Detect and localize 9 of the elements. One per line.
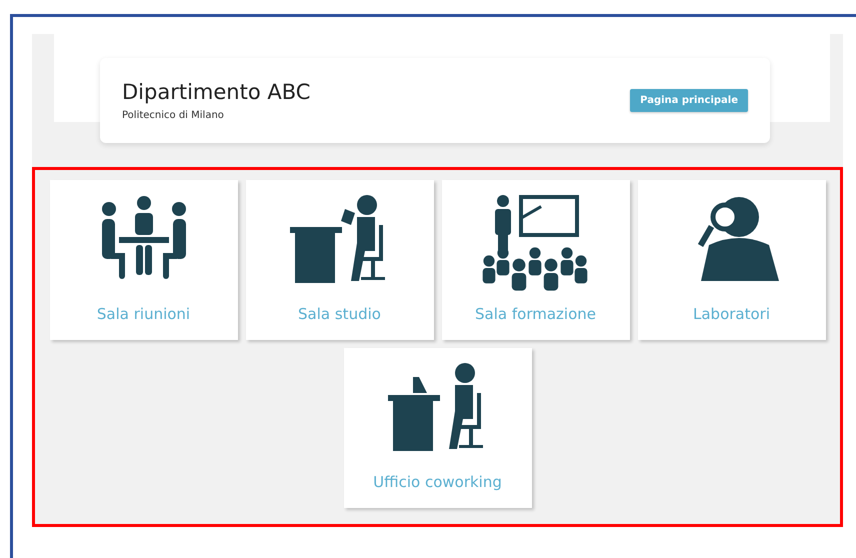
page-title: Dipartimento ABC [122, 80, 310, 104]
presenter-audience-icon [480, 195, 590, 291]
room-tile[interactable]: Sala riunioni [50, 180, 238, 340]
room-tile[interactable]: Ufficio coworking [344, 348, 532, 508]
page-subtitle: Politecnico di Milano [122, 110, 225, 121]
home-button[interactable]: Pagina principale [630, 89, 748, 112]
room-tile[interactable]: Laboratori [638, 180, 826, 340]
room-tile[interactable]: Sala formazione [442, 180, 630, 340]
room-tile[interactable]: Sala studio [246, 180, 434, 340]
